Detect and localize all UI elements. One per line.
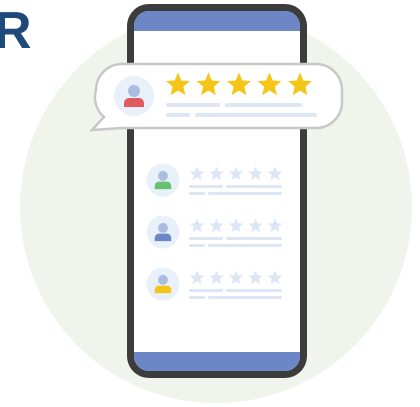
- text-line: [208, 296, 282, 299]
- text-line: [189, 237, 223, 240]
- user-head: [158, 274, 168, 285]
- user-icon: [154, 233, 172, 242]
- text-line: [195, 113, 317, 117]
- user-head: [158, 222, 168, 233]
- user-head: [128, 85, 140, 97]
- featured-review-bubble: [88, 62, 344, 132]
- logo: R: [0, 2, 32, 60]
- user-icon: [154, 285, 172, 294]
- featured-avatar: [114, 76, 154, 116]
- phone-bottom-bar: [134, 352, 300, 371]
- text-line: [225, 103, 302, 107]
- text-line: [208, 244, 282, 247]
- user-icon: [154, 181, 172, 190]
- review-avatar: [146, 267, 180, 301]
- review-avatar: [146, 215, 180, 249]
- text-line: [226, 289, 282, 292]
- text-line: [189, 185, 223, 188]
- review-avatar: [146, 163, 180, 197]
- text-line: [166, 103, 220, 107]
- illustration-svg: R: [0, 2, 412, 403]
- text-line: [189, 244, 205, 247]
- user-head: [158, 170, 168, 181]
- text-line: [226, 185, 282, 188]
- text-line: [189, 192, 205, 195]
- text-line: [189, 296, 205, 299]
- text-line: [189, 289, 223, 292]
- user-icon: [124, 98, 144, 107]
- text-line: [208, 192, 282, 195]
- review-illustration: R: [0, 0, 420, 407]
- text-line: [226, 237, 282, 240]
- text-line: [166, 113, 190, 117]
- phone-top-bar: [134, 11, 300, 31]
